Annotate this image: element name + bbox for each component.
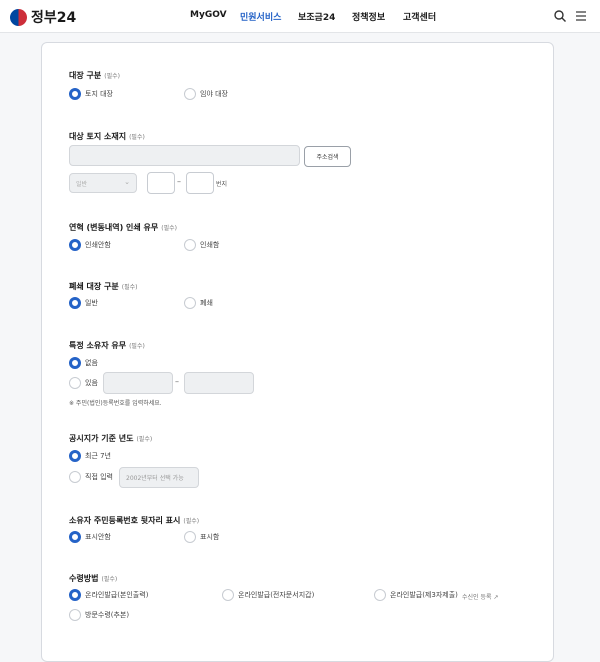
- rrn-display-title: 소유자 주민등록번호 뒷자리 표시 (필수): [69, 516, 200, 525]
- radio-owner-exists[interactable]: 있음: [69, 377, 98, 389]
- radio-closed-closed[interactable]: 폐쇄: [184, 297, 213, 309]
- radio-history-print[interactable]: 인쇄함: [184, 239, 219, 251]
- ledger-type-title: 대장 구분 (필수): [69, 71, 120, 80]
- radio-receipt-e-wallet[interactable]: 온라인발급(전자문서지갑): [222, 589, 314, 601]
- lot-type-select[interactable]: 일반 ⌄: [69, 173, 137, 193]
- lot-sub-number[interactable]: [186, 172, 214, 194]
- year-input[interactable]: 2002년부터 선택 가능: [119, 467, 199, 488]
- logo-text: 정부24: [31, 10, 77, 26]
- lot-dash: –: [177, 177, 181, 186]
- history-title: 연혁 (변동내역) 인쇄 유무 (필수): [69, 223, 178, 232]
- nav-subsidy[interactable]: 보조금24: [298, 10, 335, 23]
- nav-civil-service[interactable]: 민원서비스: [240, 10, 281, 23]
- taegeuk-icon: [10, 8, 27, 26]
- radio-direct-input[interactable]: 직접 입력: [69, 471, 113, 483]
- external-link-icon: ↗: [493, 594, 499, 601]
- receipt-title: 수령방법 (필수): [69, 574, 118, 583]
- price-year-title: 공시지가 기준 년도 (필수): [69, 434, 153, 443]
- radio-closed-general[interactable]: 일반: [69, 297, 98, 309]
- radio-rrn-hide[interactable]: 표시안함: [69, 531, 111, 543]
- lot-main-number[interactable]: [147, 172, 175, 194]
- radio-recent-7-years[interactable]: 최근 7년: [69, 450, 111, 462]
- radio-owner-none[interactable]: 없음: [69, 357, 98, 369]
- menu-icon[interactable]: [574, 9, 588, 23]
- radio-history-no-print[interactable]: 인쇄안함: [69, 239, 111, 251]
- owner-rrn-back[interactable]: [184, 372, 254, 394]
- owner-title: 특정 소유자 유무 (필수): [69, 341, 145, 350]
- location-title: 대상 토지 소재지 (필수): [69, 132, 145, 141]
- gov24-logo[interactable]: 정부24: [10, 7, 76, 27]
- nav-policy[interactable]: 정책정보: [352, 10, 385, 23]
- radio-receipt-visit[interactable]: 방문수령(추본): [69, 609, 129, 621]
- address-field[interactable]: [69, 145, 300, 166]
- radio-forest-ledger[interactable]: 임야 대장: [184, 88, 228, 100]
- lot-unit: 번지: [216, 181, 228, 188]
- chevron-down-icon: ⌄: [124, 178, 130, 186]
- owner-note: ※ 주민(법인)등록번호를 입력하세요.: [69, 400, 162, 407]
- top-header: 정부24 MyGOV 민원서비스 보조금24 정책정보 고객센터: [0, 0, 600, 33]
- application-form: 대장 구분 (필수) 토지 대장 임야 대장 대상 토지 소재지 (필수) 주소검색…: [41, 42, 554, 662]
- nav-mygov[interactable]: MyGOV: [190, 10, 227, 20]
- radio-receipt-self-print[interactable]: 온라인발급(본인출력): [69, 589, 148, 601]
- recipient-register-link[interactable]: 수신인 등록 ↗: [462, 592, 498, 601]
- closed-ledger-title: 폐쇄 대장 구분 (필수): [69, 282, 138, 291]
- address-search-button[interactable]: 주소검색: [304, 146, 351, 167]
- radio-rrn-show[interactable]: 표시함: [184, 531, 219, 543]
- nav-customer-center[interactable]: 고객센터: [403, 10, 436, 23]
- search-icon[interactable]: [553, 9, 567, 23]
- owner-rrn-dash: –: [175, 377, 179, 386]
- radio-land-ledger[interactable]: 토지 대장: [69, 88, 113, 100]
- owner-rrn-front[interactable]: [103, 372, 173, 394]
- radio-receipt-third-party[interactable]: 온라인발급(제3자제출): [374, 589, 458, 601]
